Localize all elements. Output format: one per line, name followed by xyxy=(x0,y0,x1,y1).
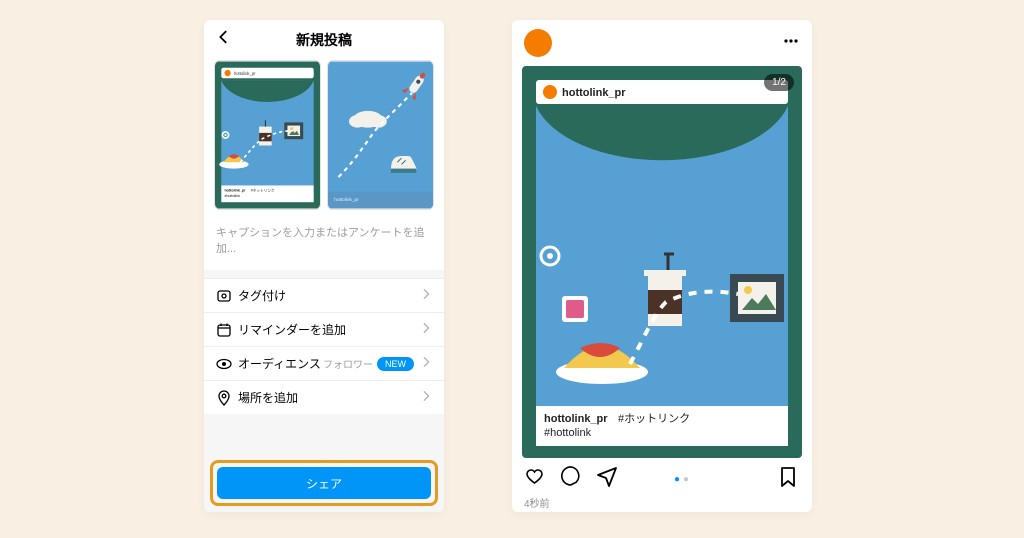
tag-icon xyxy=(216,288,238,304)
more-button[interactable] xyxy=(782,32,800,55)
chevron-right-icon xyxy=(420,322,432,337)
svg-text:hottolink_pr: hottolink_pr xyxy=(234,71,256,76)
new-badge: NEW xyxy=(377,357,414,371)
option-label: タグ付け xyxy=(238,287,420,304)
audience-current: フォロワー xyxy=(323,356,373,371)
compose-screen: 新規投稿 hottolink_pr xyxy=(204,20,444,512)
option-label: リマインダーを追加 xyxy=(238,321,420,338)
option-add-location[interactable]: 場所を追加 xyxy=(204,380,444,414)
eye-icon xyxy=(216,356,238,372)
feed-header xyxy=(512,20,812,66)
story-avatar[interactable] xyxy=(524,29,552,57)
carousel-counter: 1/2 xyxy=(764,74,794,91)
compose-options: タグ付け リマインダーを追加 オーディエンス フォロワー NEW 場所を追加 xyxy=(204,278,444,414)
media-thumbnails: hottolink_pr xyxy=(204,60,444,210)
svg-text:#hottolink: #hottolink xyxy=(224,194,240,198)
back-button[interactable] xyxy=(214,28,234,48)
caption-input[interactable]: キャプションを入力またはアンケートを追加... xyxy=(204,210,444,270)
option-label: オーディエンス xyxy=(238,355,323,372)
compose-header: 新規投稿 xyxy=(204,20,444,60)
comment-button[interactable] xyxy=(560,466,582,493)
post-timestamp: 4秒前 xyxy=(512,495,812,510)
compose-title: 新規投稿 xyxy=(296,30,352,50)
chevron-right-icon xyxy=(420,288,432,303)
option-tag-people[interactable]: タグ付け xyxy=(204,278,444,312)
option-audience[interactable]: オーディエンス フォロワー NEW xyxy=(204,346,444,380)
svg-text:hottolink_pr: hottolink_pr xyxy=(334,197,359,203)
calendar-icon xyxy=(216,322,238,338)
feed-screen: 1/2 hottolink_pr xyxy=(512,20,812,512)
like-button[interactable] xyxy=(524,466,546,493)
svg-text:hottolink_pr: hottolink_pr xyxy=(544,413,608,425)
svg-text:#ホットリンク: #ホットリンク xyxy=(618,412,690,425)
carousel-dots: ●● xyxy=(674,474,722,485)
share-post-button[interactable] xyxy=(596,466,618,493)
post-actions: ●● xyxy=(512,458,812,495)
svg-text:#ホットリンク: #ホットリンク xyxy=(251,188,275,193)
card-username: hottolink_pr xyxy=(562,87,626,99)
option-label: 場所を追加 xyxy=(238,389,420,406)
share-button[interactable]: シェア xyxy=(217,467,431,499)
share-button-highlight: シェア xyxy=(210,460,438,506)
svg-text:#hottolink: #hottolink xyxy=(544,427,592,439)
svg-text:hottolink_pr: hottolink_pr xyxy=(224,189,246,193)
media-thumb-2[interactable]: hottolink_pr xyxy=(327,60,434,210)
pin-icon xyxy=(216,390,238,406)
save-button[interactable] xyxy=(778,466,800,493)
chevron-right-icon xyxy=(420,356,432,371)
option-add-reminder[interactable]: リマインダーを追加 xyxy=(204,312,444,346)
chevron-right-icon xyxy=(420,390,432,405)
post-media[interactable]: 1/2 hottolink_pr xyxy=(522,66,802,458)
media-thumb-1[interactable]: hottolink_pr xyxy=(214,60,321,210)
